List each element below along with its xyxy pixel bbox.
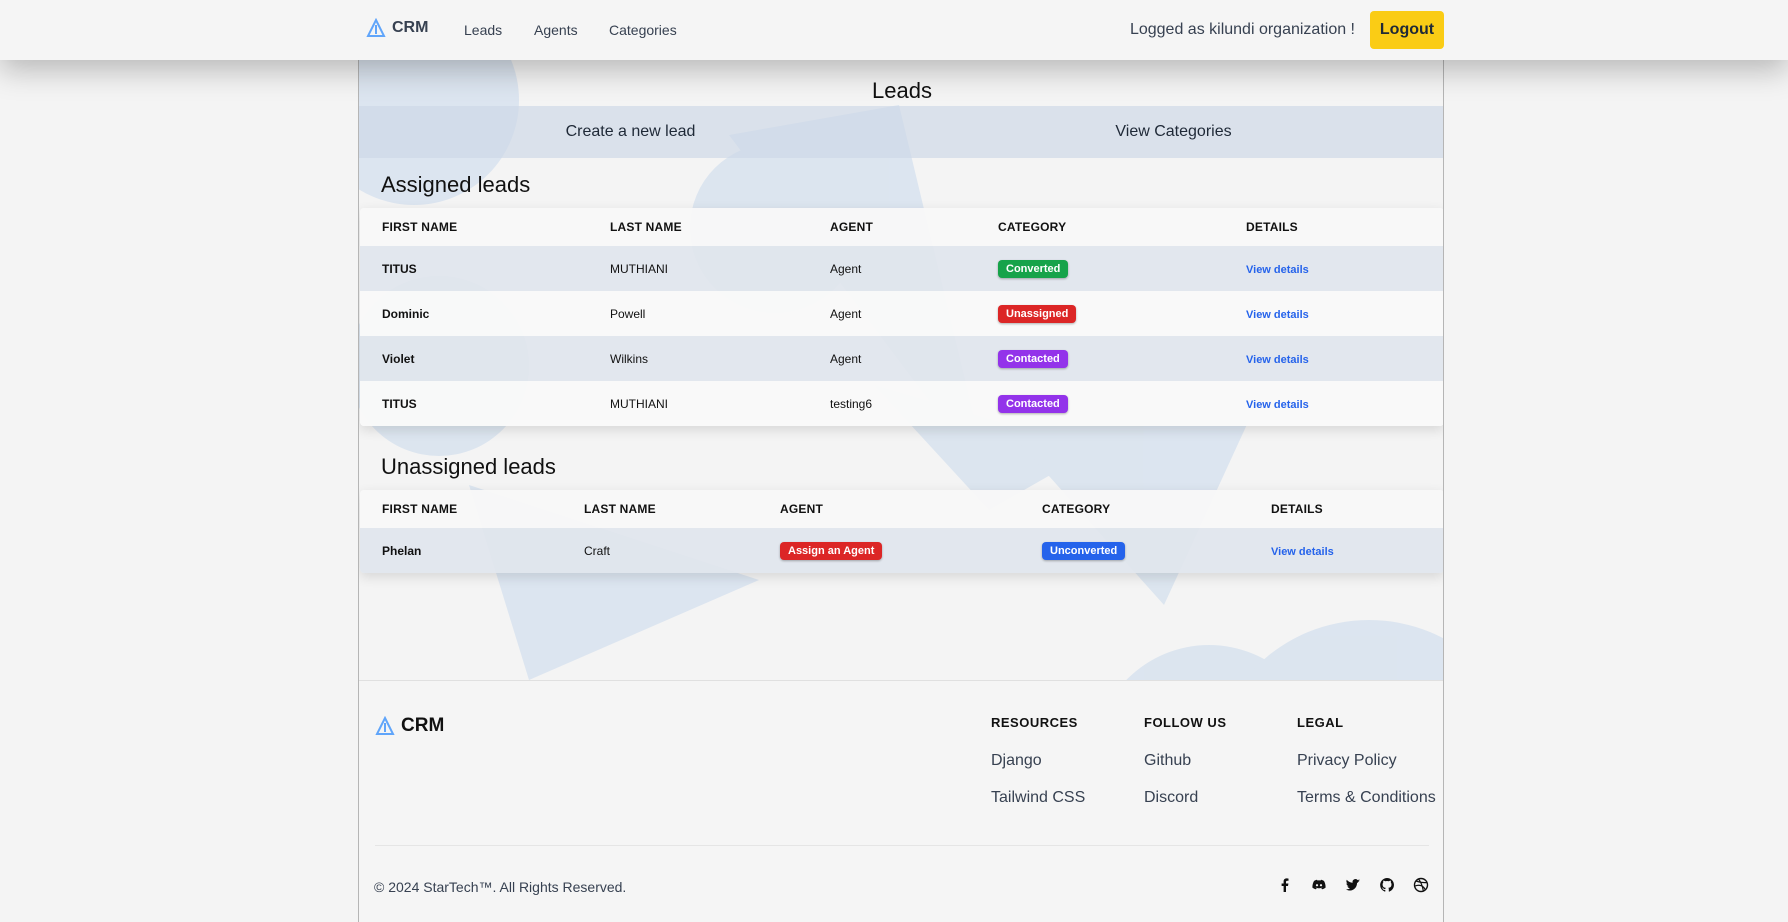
last-name-cell: MUTHIANI — [588, 246, 808, 291]
last-name-cell: Wilkins — [588, 336, 808, 381]
last-name-cell: Powell — [588, 291, 808, 336]
footer-follow-column: FOLLOW US Github Discord — [1144, 715, 1227, 826]
header-first-name: FIRST NAME — [360, 490, 562, 528]
last-name-cell: MUTHIANI — [588, 381, 808, 426]
header-agent: AGENT — [758, 490, 1020, 528]
social-links — [1277, 877, 1429, 893]
agent-cell: Agent — [808, 291, 976, 336]
discord-icon[interactable] — [1311, 877, 1327, 893]
header-details: DETAILS — [1249, 490, 1443, 528]
header-category: CATEGORY — [1020, 490, 1249, 528]
nav-link-agents[interactable]: Agents — [534, 22, 578, 38]
table-row: TITUS MUTHIANI Agent Converted View deta… — [360, 246, 1443, 291]
view-details-link[interactable]: View details — [1246, 399, 1309, 411]
assigned-leads-table: FIRST NAME LAST NAME AGENT CATEGORY DETA… — [360, 208, 1443, 426]
header-agent: AGENT — [808, 208, 976, 246]
twitter-icon[interactable] — [1345, 877, 1361, 893]
header-details: DETAILS — [1224, 208, 1443, 246]
footer-link-terms[interactable]: Terms & Conditions — [1297, 789, 1436, 807]
table-header-row: FIRST NAME LAST NAME AGENT CATEGORY DETA… — [360, 208, 1443, 246]
category-badge[interactable]: Contacted — [998, 349, 1068, 368]
main-container: Leads Create a new lead View Categories … — [358, 60, 1444, 922]
nav-link-leads[interactable]: Leads — [464, 22, 502, 38]
header-category: CATEGORY — [976, 208, 1224, 246]
view-details-link[interactable]: View details — [1271, 546, 1334, 558]
logout-button[interactable]: Logout — [1370, 11, 1444, 49]
view-details-link[interactable]: View details — [1246, 264, 1309, 276]
agent-cell: testing6 — [808, 381, 976, 426]
view-categories-link[interactable]: View Categories — [902, 106, 1443, 158]
create-lead-link[interactable]: Create a new lead — [359, 106, 902, 158]
footer-column-title: LEGAL — [1297, 715, 1344, 730]
first-name-cell: TITUS — [360, 246, 588, 291]
footer: CRM RESOURCES Django Tailwind CSS FOLLOW… — [359, 680, 1443, 922]
header-last-name: LAST NAME — [588, 208, 808, 246]
footer-link-django[interactable]: Django — [991, 752, 1085, 770]
page-title: Leads — [872, 78, 932, 103]
footer-link-privacy[interactable]: Privacy Policy — [1297, 752, 1436, 770]
footer-divider — [375, 845, 1429, 846]
github-icon[interactable] — [1379, 877, 1395, 893]
unassigned-leads-title: Unassigned leads — [381, 454, 556, 479]
table-row: Dominic Powell Agent Unassigned View det… — [360, 291, 1443, 336]
dribbble-icon[interactable] — [1413, 877, 1429, 893]
first-name-cell: Phelan — [360, 528, 562, 573]
facebook-icon[interactable] — [1277, 877, 1293, 893]
table-row: TITUS MUTHIANI testing6 Contacted View d… — [360, 381, 1443, 426]
footer-link-github[interactable]: Github — [1144, 752, 1227, 770]
copyright-text: © 2024 StarTech™. All Rights Reserved. — [374, 879, 627, 895]
logo-icon — [375, 716, 395, 735]
header-last-name: LAST NAME — [562, 490, 758, 528]
logo-icon — [366, 18, 386, 37]
category-badge[interactable]: Converted — [998, 259, 1069, 278]
agent-cell: Agent — [808, 246, 976, 291]
nav-logo[interactable]: CRM — [366, 18, 428, 38]
table-row: Violet Wilkins Agent Contacted View deta… — [360, 336, 1443, 381]
action-bar: Create a new lead View Categories — [359, 106, 1443, 158]
view-details-link[interactable]: View details — [1246, 354, 1309, 366]
brand-name: CRM — [392, 19, 429, 36]
navbar: CRM Leads Agents Categories Logged as ki… — [0, 0, 1788, 60]
category-badge[interactable]: Contacted — [998, 394, 1068, 413]
category-badge[interactable]: Unconverted — [1042, 541, 1126, 560]
first-name-cell: TITUS — [360, 381, 588, 426]
footer-link-discord[interactable]: Discord — [1144, 789, 1227, 807]
assigned-leads-title: Assigned leads — [381, 172, 531, 197]
first-name-cell: Dominic — [360, 291, 588, 336]
footer-column-title: RESOURCES — [991, 715, 1078, 730]
header-first-name: FIRST NAME — [360, 208, 588, 246]
footer-column-title: FOLLOW US — [1144, 715, 1227, 730]
footer-resources-column: RESOURCES Django Tailwind CSS — [991, 715, 1085, 826]
agent-cell: Agent — [808, 336, 976, 381]
nav-link-categories[interactable]: Categories — [609, 22, 677, 38]
logged-user-text: Logged as kilundi organization ! — [1129, 21, 1355, 38]
footer-link-tailwind[interactable]: Tailwind CSS — [991, 789, 1085, 807]
view-details-link[interactable]: View details — [1246, 309, 1309, 321]
first-name-cell: Violet — [360, 336, 588, 381]
table-row: Phelan Craft Assign an Agent Unconverted… — [360, 528, 1443, 573]
footer-legal-column: LEGAL Privacy Policy Terms & Conditions — [1297, 715, 1436, 826]
table-header-row: FIRST NAME LAST NAME AGENT CATEGORY DETA… — [360, 490, 1443, 528]
category-badge[interactable]: Unassigned — [998, 304, 1077, 323]
last-name-cell: Craft — [562, 528, 758, 573]
footer-logo[interactable]: CRM — [375, 715, 444, 737]
assign-agent-button[interactable]: Assign an Agent — [780, 541, 883, 560]
footer-brand-name: CRM — [401, 715, 445, 736]
unassigned-leads-table: FIRST NAME LAST NAME AGENT CATEGORY DETA… — [360, 490, 1443, 573]
